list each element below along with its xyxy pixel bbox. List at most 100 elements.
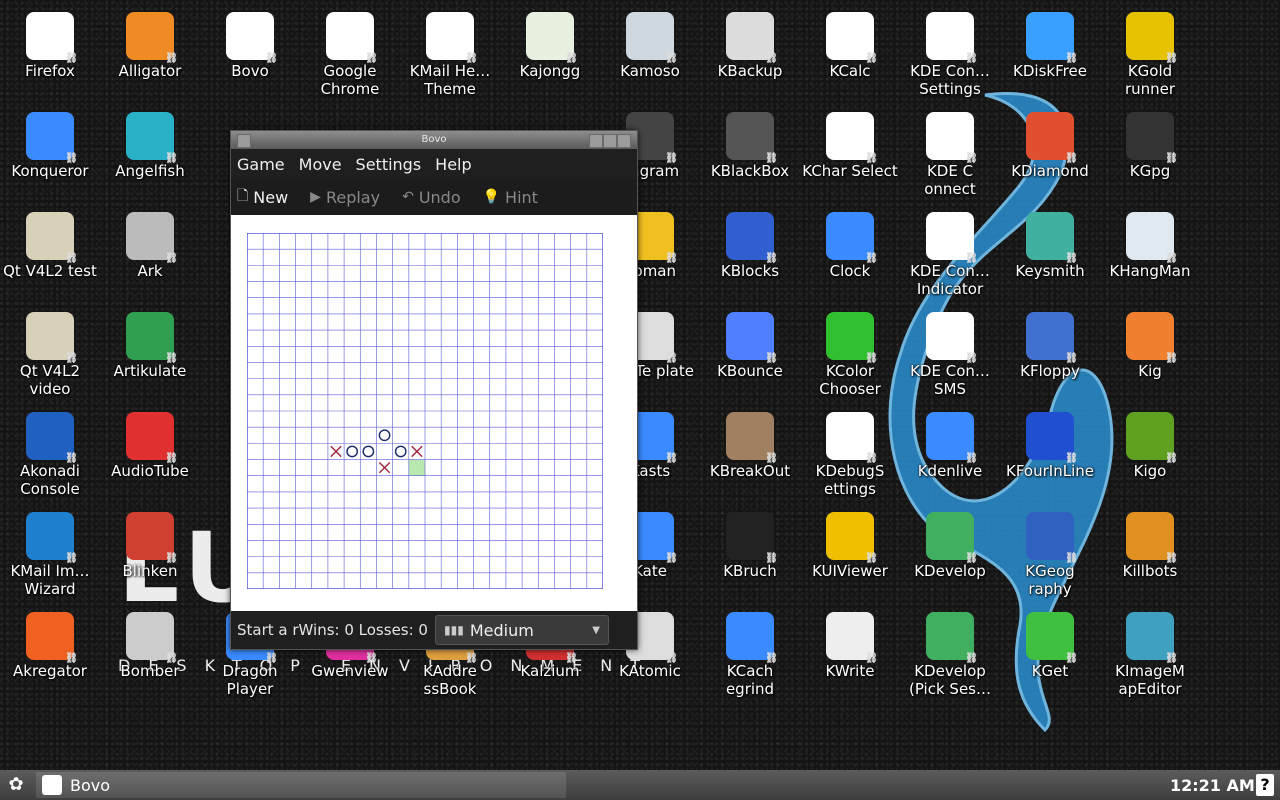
desktop-icon[interactable]: Kamoso — [600, 0, 700, 80]
o-piece — [394, 445, 407, 458]
bovo-window[interactable]: Bovo Game Move Settings Help 🗋 New ▶ Rep… — [230, 130, 638, 650]
menu-move[interactable]: Move — [299, 155, 342, 174]
desktop-icon[interactable]: Clock — [800, 200, 900, 280]
desktop-icon[interactable]: KMail He… Theme — [400, 0, 500, 98]
maximize-icon[interactable] — [603, 134, 617, 148]
desktop-icon[interactable]: KDE Con… Indicator — [900, 200, 1000, 298]
desktop-icon-label: Kajongg — [519, 62, 581, 80]
x-piece — [378, 461, 391, 474]
desktop-icon[interactable]: Killbots — [1100, 500, 1200, 580]
clock[interactable]: 12:21 AM — [1170, 776, 1255, 795]
undo-button[interactable]: ↶ Undo — [402, 188, 461, 207]
desktop-icon[interactable]: KBruch — [700, 500, 800, 580]
desktop-icon[interactable]: Bomber — [100, 600, 200, 680]
difficulty-select[interactable]: ▮▮▮ Medium ▼ — [435, 615, 609, 645]
desktop-icon[interactable]: KGeog raphy — [1000, 500, 1100, 598]
minimize-icon[interactable] — [589, 134, 603, 148]
desktop-icon[interactable]: Konqueror — [0, 100, 100, 180]
help-icon[interactable]: ? — [1256, 774, 1274, 796]
desktop-icon[interactable]: KDE Con… SMS — [900, 300, 1000, 398]
toolbar: 🗋 New ▶ Replay ↶ Undo 💡 Hint — [231, 179, 637, 215]
desktop-icon[interactable]: KGet — [1000, 600, 1100, 680]
desktop-icon[interactable]: KGpg — [1100, 100, 1200, 180]
desktop-icon[interactable]: KDevelop (Pick Ses… — [900, 600, 1000, 698]
desktop-icon[interactable]: KDebugS ettings — [800, 400, 900, 498]
desktop-icon[interactable]: Qt V4L2 test — [0, 200, 100, 280]
desktop-icon[interactable]: KColor Chooser — [800, 300, 900, 398]
video-icon — [926, 412, 978, 464]
desktop-icon[interactable]: KUIViewer — [800, 500, 900, 580]
blinken-icon — [126, 512, 178, 564]
window-menu-icon[interactable] — [237, 134, 251, 148]
desktop-icon[interactable]: KHangMan — [1100, 200, 1200, 280]
desktop-icon[interactable]: KFloppy — [1000, 300, 1100, 380]
desktop-icon[interactable]: Artikulate — [100, 300, 200, 380]
desktop-icon[interactable]: KBreakOut — [700, 400, 800, 480]
menu-help[interactable]: Help — [435, 155, 471, 174]
desktop-icon-label: KGet — [1031, 662, 1069, 680]
desktop-icon-label: KDebugS ettings — [815, 462, 885, 498]
desktop-icon[interactable]: KImageM apEditor — [1100, 600, 1200, 698]
desktop-icon[interactable]: Akonadi Console — [0, 400, 100, 498]
close-icon[interactable] — [617, 134, 631, 148]
desktop-icon[interactable]: KWrite — [800, 600, 900, 680]
taskbar-item-bovo[interactable]: Bovo — [36, 772, 566, 798]
desktop-icon[interactable]: KCalc — [800, 0, 900, 80]
backup-icon — [726, 12, 778, 64]
desktop-icon[interactable]: KDiamond — [1000, 100, 1100, 180]
desktop-icon[interactable]: AudioTube — [100, 400, 200, 480]
desktop-icon[interactable]: Kigo — [1100, 400, 1200, 480]
desktop-icon[interactable]: Blinken — [100, 500, 200, 580]
desktop-icon[interactable]: Qt V4L2 video — [0, 300, 100, 398]
hint-button[interactable]: 💡 Hint — [483, 188, 538, 207]
desktop-icon-label: KAddre ssBook — [423, 662, 477, 698]
start-menu-icon[interactable]: ✿ — [4, 774, 28, 796]
fish-icon — [126, 112, 178, 164]
robot-icon — [1126, 512, 1178, 564]
desktop-icon[interactable]: Kig — [1100, 300, 1200, 380]
desktop-icon[interactable]: Google Chrome — [300, 0, 400, 98]
desktop-icon[interactable]: KBounce — [700, 300, 800, 380]
desktop-icon[interactable]: KDevelop — [900, 500, 1000, 580]
desktop-icon[interactable]: KDE Con… Settings — [900, 0, 1000, 98]
desktop-icon-label: KHangMan — [1109, 262, 1191, 280]
desktop-icon[interactable]: Akregator — [0, 600, 100, 680]
desktop-icon[interactable]: KFourInLine — [1000, 400, 1100, 480]
desktop-icon[interactable]: Angelfish — [100, 100, 200, 180]
desktop-icon-label: Angelfish — [115, 162, 185, 180]
desktop-icon[interactable]: KBlocks — [700, 200, 800, 280]
desktop-icon[interactable]: KCach egrind — [700, 600, 800, 698]
desktop-icon[interactable]: KDiskFree — [1000, 0, 1100, 80]
menu-game[interactable]: Game — [237, 155, 285, 174]
game-board[interactable] — [247, 233, 603, 589]
desktop-icon-label: Bovo — [231, 62, 269, 80]
desktop-icon[interactable]: Kajongg — [500, 0, 600, 80]
desktop-icon-label: KDiamond — [1011, 162, 1089, 180]
desktop-icon[interactable]: Kdenlive — [900, 400, 1000, 480]
desktop-icon[interactable]: KDE C onnect — [900, 100, 1000, 198]
desktop-icon[interactable]: KChar Select — [800, 100, 900, 180]
replay-button[interactable]: ▶ Replay — [310, 188, 380, 207]
desktop-icon[interactable]: KBlackBox — [700, 100, 800, 180]
last-move-highlight — [408, 459, 425, 476]
desktop-icon-label: Gwenview — [311, 662, 389, 680]
external-link-icon — [26, 12, 78, 64]
fraction-icon — [726, 512, 778, 564]
desktop-icon-label: KFloppy — [1020, 362, 1080, 380]
desktop-icon[interactable]: Bovo — [200, 0, 300, 80]
desktop-icon-label: KFourInLine — [1006, 462, 1094, 480]
desktop-icon[interactable]: Firefox — [0, 0, 100, 80]
desktop-icon[interactable]: Alligator — [100, 0, 200, 80]
desktop-icon[interactable]: Keysmith — [1000, 200, 1100, 280]
desktop-icon[interactable]: KMail Im… Wizard — [0, 500, 100, 598]
desktop-icon-label: KDE Con… Settings — [910, 62, 990, 98]
desktop-icon[interactable]: Ark — [100, 200, 200, 280]
desktop-icon-label: Google Chrome — [320, 62, 380, 98]
audio-icon — [126, 412, 178, 464]
kde-connect-icon — [926, 212, 978, 264]
desktop-icon[interactable]: KBackup — [700, 0, 800, 80]
window-titlebar[interactable]: Bovo — [231, 131, 637, 149]
desktop-icon[interactable]: KGold runner — [1100, 0, 1200, 98]
new-button[interactable]: 🗋 New — [237, 185, 288, 209]
menu-settings[interactable]: Settings — [356, 155, 422, 174]
